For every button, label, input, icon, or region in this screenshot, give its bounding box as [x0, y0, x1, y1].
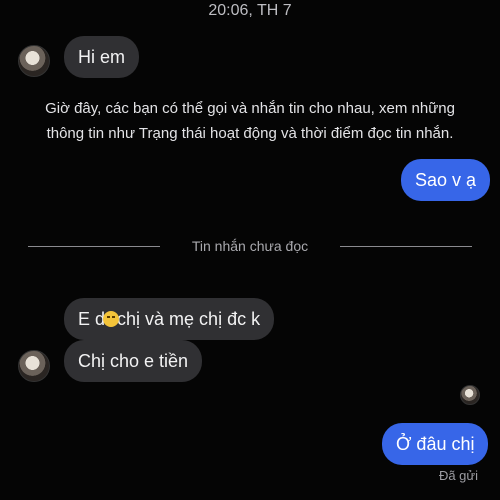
message-text-prefix: E d: [78, 309, 106, 329]
sent-status: Đã gửi: [438, 468, 478, 483]
message-timestamp: 20:06, TH 7: [208, 2, 292, 19]
message-bubble-hi[interactable]: Hi em: [64, 36, 140, 78]
unread-divider-label: Tin nhắn chưa đọc: [191, 238, 309, 254]
seen-avatar-icon: [460, 385, 480, 405]
message-bubble-tien[interactable]: Chị cho e tiền: [64, 340, 203, 382]
notice-line: Giờ đây, các bạn có thể gọi và nhắn tin …: [45, 100, 455, 117]
notice-line: thông tin như Trạng thái hoạt động và th…: [46, 125, 454, 142]
anxious-face-icon: [103, 311, 120, 327]
contact-avatar[interactable]: [18, 45, 50, 77]
contact-avatar[interactable]: [18, 350, 50, 382]
divider-line: [340, 246, 472, 247]
chat-screen: 20:06, TH 7 Hi em Giờ đây, các bạn có th…: [0, 0, 500, 500]
divider-line: [28, 246, 160, 247]
message-bubble-odau[interactable]: Ở đâu chị: [382, 423, 489, 465]
privacy-notice: Giờ đây, các bạn có thể gọi và nhắn tin …: [20, 96, 480, 146]
message-text-suffix: chị và mẹ chị đc k: [117, 309, 261, 329]
message-bubble-sao[interactable]: Sao v ạ: [401, 159, 491, 201]
message-bubble-me[interactable]: E d chị và mẹ chị đc k: [64, 298, 275, 340]
